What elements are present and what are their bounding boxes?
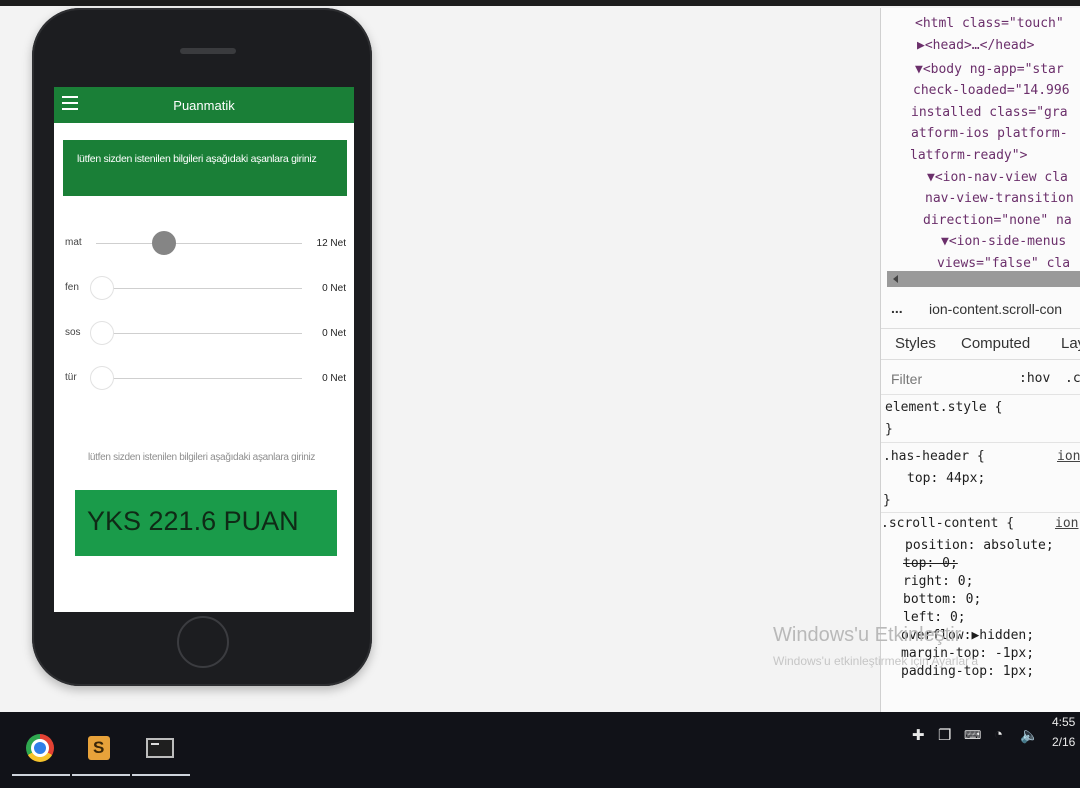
hamburger-menu-icon[interactable] (62, 96, 78, 110)
hov-toggle[interactable]: :hov (1019, 371, 1050, 386)
notifications-icon[interactable]: ❐ (938, 726, 951, 744)
tab-layout[interactable]: Lay (1061, 335, 1080, 352)
slider-knob[interactable] (90, 321, 114, 345)
slider-value: 12 Net (316, 238, 346, 249)
slider-row-mat: mat 12 Net (54, 229, 354, 259)
css-declaration-overridden[interactable]: top: 0; (903, 556, 958, 571)
phone-screen: Puanmatik lütfen sizden istenilen bilgil… (54, 87, 354, 612)
running-indicator (132, 774, 190, 776)
slider-value: 0 Net (322, 328, 346, 339)
running-indicator (72, 774, 130, 776)
dom-line[interactable]: ▼<body ng-app="star (915, 62, 1064, 77)
slider-value: 0 Net (322, 373, 346, 384)
phone-speaker (180, 48, 236, 54)
slider-label: tür (65, 372, 77, 383)
slider-row-sos: sos 0 Net (54, 319, 354, 349)
slider-row-fen: fen 0 Net (54, 274, 354, 304)
filter-input[interactable]: Filter (891, 371, 922, 387)
tab-computed[interactable]: Computed (961, 335, 1030, 352)
taskbar-sublime[interactable] (72, 730, 130, 786)
slider-label: mat (65, 237, 82, 248)
info-box: lütfen sizden istenilen bilgileri aşağıd… (63, 140, 347, 196)
devtools-tabs: Styles Computed Lay (881, 328, 1080, 360)
horizontal-scrollbar[interactable] (887, 271, 1080, 287)
css-declaration[interactable]: left: 0; (903, 610, 966, 625)
tab-styles[interactable]: Styles (895, 335, 936, 352)
activation-watermark-sub: Windows'u etkinleştirmek için Ayarlar'a (773, 654, 979, 668)
clock-time: 4:55 (1052, 715, 1076, 729)
css-declaration[interactable]: bottom: 0; (903, 592, 981, 607)
cls-toggle[interactable]: .c (1065, 371, 1080, 386)
css-divider (881, 442, 1080, 443)
slider-knob[interactable] (90, 276, 114, 300)
home-button[interactable] (177, 616, 229, 668)
slider-label: fen (65, 282, 79, 293)
clock[interactable]: 4:55 2/16 (1052, 712, 1075, 752)
dom-line[interactable]: ▼<ion-side-menus (941, 234, 1066, 249)
breadcrumb-item[interactable]: ion-content.scroll-con (929, 301, 1062, 317)
breadcrumb: ... ion-content.scroll-con (881, 298, 1080, 320)
chrome-icon (26, 734, 54, 762)
slider-track[interactable] (96, 333, 302, 334)
clock-date: 2/16 (1052, 735, 1076, 749)
css-brace: } (883, 493, 891, 508)
css-divider (881, 512, 1080, 513)
network-shield-icon[interactable]: ✚ (912, 726, 925, 744)
phone-emulator: Puanmatik lütfen sizden istenilen bilgil… (32, 8, 372, 686)
css-brace: } (885, 422, 893, 437)
dom-line[interactable]: <html class="touch" (915, 16, 1064, 31)
taskbar: ✚ ❐ ⌨ ◔ 🔈 4:55 2/16 (0, 712, 1080, 788)
slider-track[interactable] (96, 288, 302, 289)
result-box: YKS 221.6 PUAN (75, 490, 337, 556)
dom-tree: <html class="touch" ▶<head>…</head> ▼<bo… (881, 10, 1080, 272)
slider-knob[interactable] (152, 231, 176, 255)
breadcrumb-more-icon[interactable]: ... (891, 300, 903, 316)
css-source-link[interactable]: ion (1057, 449, 1080, 464)
dom-line[interactable]: installed class="gra (911, 105, 1068, 120)
app-title: Puanmatik (173, 97, 235, 113)
running-indicator (12, 774, 70, 776)
slider-row-tur: tür 0 Net (54, 364, 354, 394)
slider-track[interactable] (96, 243, 302, 244)
dom-line[interactable]: direction="none" na (923, 213, 1072, 228)
wifi-icon[interactable]: ◔ (994, 726, 1003, 743)
keyboard-icon[interactable]: ⌨ (964, 728, 981, 742)
slider-track[interactable] (96, 378, 302, 379)
sublime-icon (88, 736, 110, 760)
css-selector[interactable]: element.style { (885, 400, 1002, 415)
dom-line[interactable]: views="false" cla (937, 256, 1070, 271)
dom-line[interactable]: atform-ios platform- (911, 126, 1068, 141)
css-selector[interactable]: .has-header { (883, 449, 985, 464)
dom-line[interactable]: ▼<ion-nav-view cla (927, 170, 1068, 185)
dom-line[interactable]: ▶<head>…</head> (917, 38, 1034, 53)
css-source-link[interactable]: ion (1055, 516, 1078, 531)
app-header: Puanmatik (54, 87, 354, 123)
css-declaration[interactable]: top: 44px; (907, 471, 985, 486)
dom-line[interactable]: latform-ready"> (910, 148, 1027, 163)
dom-line[interactable]: check-loaded="14.996 (913, 83, 1070, 98)
filter-row: Filter :hov .c (881, 364, 1080, 395)
taskbar-cmd[interactable] (132, 730, 190, 786)
devtools-panel: <html class="touch" ▶<head>…</head> ▼<bo… (880, 8, 1080, 713)
desktop-screen: Puanmatik lütfen sizden istenilen bilgil… (0, 0, 1080, 713)
css-selector[interactable]: .scroll-content { (881, 516, 1014, 531)
activation-watermark: Windows'u Etkinleştir (773, 624, 962, 646)
dom-line[interactable]: nav-view-transition (925, 191, 1074, 206)
slider-value: 0 Net (322, 283, 346, 294)
taskbar-chrome[interactable] (12, 730, 70, 786)
cmd-icon (146, 738, 174, 758)
slider-label: sos (65, 327, 81, 338)
slider-knob[interactable] (90, 366, 114, 390)
volume-icon[interactable]: 🔈 (1020, 726, 1039, 744)
monitor-top-edge (0, 0, 1080, 6)
hint-text: lütfen sizden istenilen bilgileri aşağıd… (88, 452, 316, 463)
css-declaration[interactable]: position: absolute; (905, 538, 1054, 553)
css-declaration[interactable]: right: 0; (903, 574, 973, 589)
